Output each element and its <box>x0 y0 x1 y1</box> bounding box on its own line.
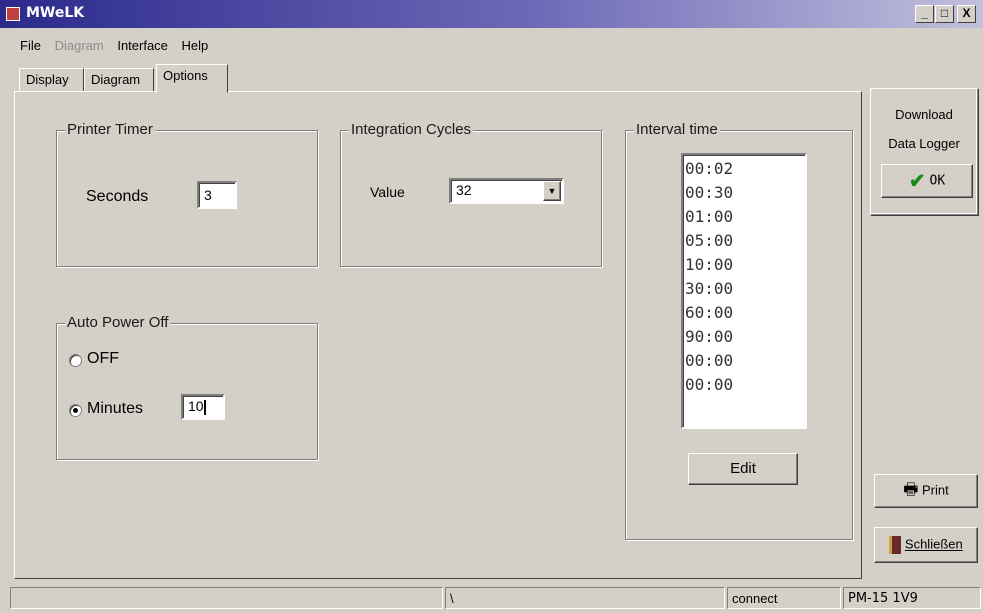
exit-door-icon <box>889 535 902 554</box>
seconds-input[interactable]: 3 <box>197 181 237 209</box>
title-bar[interactable]: MWeLK _ □ X <box>0 0 983 28</box>
minutes-value: 10 <box>188 398 204 414</box>
list-item[interactable]: 01:00 <box>683 205 805 229</box>
interval-time-label: Interval time <box>634 121 720 138</box>
status-connect: connect <box>727 587 841 609</box>
interval-time-group: Interval time 00:02 00:30 01:00 05:00 10… <box>625 121 853 540</box>
status-segment-2: \ <box>445 587 725 609</box>
app-icon <box>6 7 20 21</box>
close-label: Schließen <box>904 536 963 552</box>
menu-help[interactable]: Help <box>182 38 209 53</box>
cycles-selected-value: 32 <box>456 182 472 198</box>
list-item[interactable]: 10:00 <box>683 253 805 277</box>
integration-cycles-label: Integration Cycles <box>349 121 474 138</box>
interval-list[interactable]: 00:02 00:30 01:00 05:00 10:00 30:00 60:0… <box>681 153 807 429</box>
integration-cycles-group: Integration Cycles Value 32 ▼ <box>340 121 602 267</box>
download-label: Download <box>895 107 953 122</box>
close-button[interactable]: Schließen <box>874 527 978 563</box>
minutes-radio[interactable] <box>69 404 82 417</box>
auto-power-off-label: Auto Power Off <box>65 314 171 331</box>
chevron-down-icon[interactable]: ▼ <box>543 181 561 201</box>
printer-timer-group: Printer Timer Seconds 3 <box>56 121 318 267</box>
menu-bar: File Diagram Interface Help <box>20 38 218 58</box>
off-radio[interactable] <box>69 354 82 367</box>
list-item[interactable]: 00:02 <box>683 157 805 181</box>
list-item[interactable]: 60:00 <box>683 301 805 325</box>
tab-options[interactable]: Options <box>156 64 228 93</box>
list-item[interactable]: 30:00 <box>683 277 805 301</box>
cycles-select[interactable]: 32 ▼ <box>449 178 564 204</box>
edit-button[interactable]: Edit <box>688 453 798 485</box>
minutes-label: Minutes <box>87 400 144 417</box>
minutes-input[interactable]: 10 <box>181 394 225 420</box>
menu-interface[interactable]: Interface <box>117 38 168 53</box>
list-item[interactable]: 00:30 <box>683 181 805 205</box>
status-segment-1 <box>10 587 443 609</box>
list-item[interactable]: 00:00 <box>683 373 805 397</box>
printer-timer-label: Printer Timer <box>65 121 155 138</box>
list-item[interactable]: 00:00 <box>683 349 805 373</box>
maximize-button[interactable]: □ <box>935 5 954 23</box>
printer-icon: 🖶 <box>903 481 919 499</box>
tab-display[interactable]: Display <box>19 68 84 92</box>
off-label: OFF <box>87 350 119 367</box>
menu-file[interactable]: File <box>20 38 41 53</box>
text-cursor <box>203 399 206 415</box>
value-label: Value <box>370 184 405 200</box>
download-panel: Download Data Logger ✔ OK <box>870 88 978 215</box>
tab-diagram[interactable]: Diagram <box>84 68 154 92</box>
checkmark-icon: ✔ <box>908 170 926 193</box>
seconds-label: Seconds <box>86 188 149 205</box>
ok-label: OK <box>929 173 946 189</box>
menu-diagram: Diagram <box>54 38 104 53</box>
minimize-button[interactable]: _ <box>915 5 934 23</box>
ok-button[interactable]: ✔ OK <box>881 164 973 198</box>
list-item[interactable]: 90:00 <box>683 325 805 349</box>
data-logger-label: Data Logger <box>888 136 960 151</box>
print-button[interactable]: 🖶 Print <box>874 474 978 508</box>
status-device: PM-15 1V9 <box>843 587 981 609</box>
auto-power-off-group: Auto Power Off OFF Minutes 10 <box>56 314 318 460</box>
list-item[interactable]: 05:00 <box>683 229 805 253</box>
print-label: Print <box>922 482 949 498</box>
close-window-button[interactable]: X <box>957 5 976 23</box>
window-title: MWeLK <box>26 5 85 21</box>
